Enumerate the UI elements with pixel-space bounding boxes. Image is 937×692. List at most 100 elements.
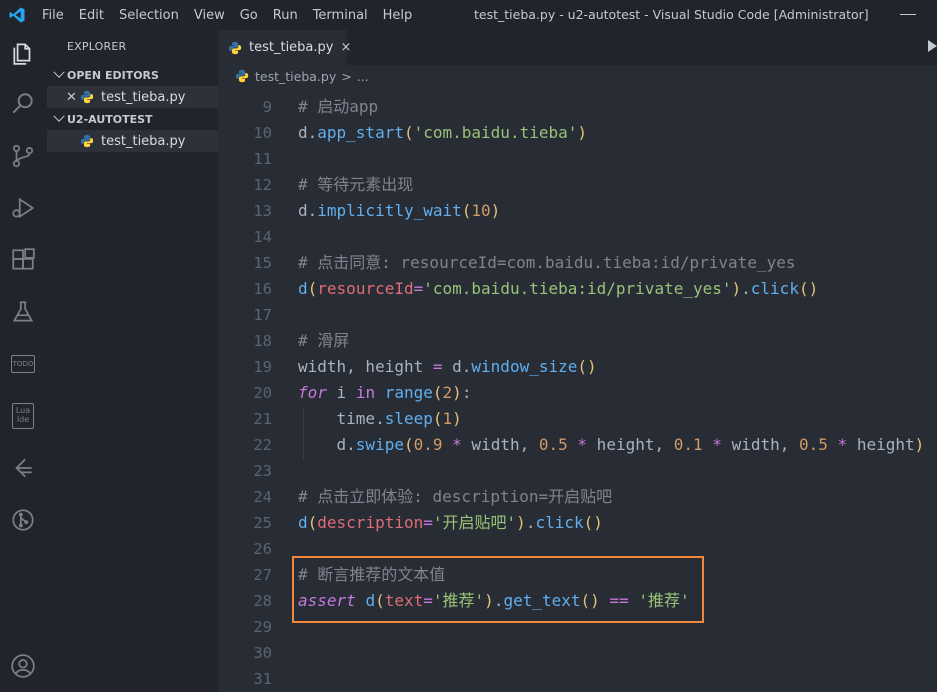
- line-number: 31: [253, 670, 272, 688]
- code-token: 0.5: [538, 435, 568, 454]
- code-line[interactable]: 12 # 等待元素出现: [218, 172, 937, 198]
- code-text: d(description='开启贴吧').click(): [298, 510, 603, 536]
- code-line[interactable]: 17: [218, 302, 937, 328]
- code-text: d.app_start('com.baidu.tieba'): [298, 120, 587, 146]
- code-token: d: [298, 513, 308, 532]
- files-icon[interactable]: [9, 38, 37, 66]
- code-token: width,: [461, 435, 539, 454]
- code-line[interactable]: 25 d(description='开启贴吧').click(): [218, 510, 937, 536]
- code-line[interactable]: 10 d.app_start('com.baidu.tieba'): [218, 120, 937, 146]
- lua-ide-icon[interactable]: Lua Ide: [9, 402, 37, 430]
- code-line[interactable]: 22 d.swipe(0.9 * width, 0.5 * height, 0.…: [218, 432, 937, 458]
- code-token: *: [452, 435, 462, 454]
- run-play-icon[interactable]: [928, 40, 937, 52]
- line-number: 30: [253, 644, 272, 662]
- title-bar: File Edit Selection View Go Run Terminal Help t…: [0, 0, 937, 30]
- code-line[interactable]: 18 # 滑屏: [218, 328, 937, 354]
- code-line[interactable]: 30: [218, 640, 937, 666]
- annotation-highlight-box: [292, 556, 704, 623]
- extensions-icon[interactable]: [9, 246, 37, 274]
- project-file-item[interactable]: test_tieba.py: [47, 130, 218, 152]
- code-token: =: [423, 513, 433, 532]
- menu-item-edit[interactable]: Edit: [79, 8, 104, 23]
- breadcrumb-file[interactable]: test_tieba.py: [255, 69, 336, 84]
- project-section[interactable]: U2-AUTOTEST: [47, 108, 218, 130]
- source-control-icon[interactable]: [9, 142, 37, 170]
- code-token: click: [535, 513, 584, 532]
- code-text: for i in range(2):: [298, 380, 471, 406]
- code-text: width, height = d.window_size(): [298, 354, 597, 380]
- line-number: 15: [253, 254, 272, 272]
- code-token: width, height: [298, 357, 433, 376]
- code-line[interactable]: 31: [218, 666, 937, 692]
- code-line[interactable]: 14: [218, 224, 937, 250]
- python-file-icon: [80, 90, 94, 104]
- code-token: # 点击同意: resourceId=com.baidu.tieba:id/pr…: [298, 253, 796, 272]
- explorer-sidebar: EXPLORER OPEN EDITORS ✕ test_tieba.py U2…: [47, 30, 218, 692]
- run-debug-icon[interactable]: [9, 194, 37, 222]
- code-token: d.: [442, 357, 472, 376]
- code-token: implicitly_wait: [317, 201, 462, 220]
- window-title: test_tieba.py - u2-autotest - Visual Stu…: [474, 7, 869, 22]
- code-line[interactable]: 13 d.implicitly_wait(10): [218, 198, 937, 224]
- code-token: d.: [298, 435, 356, 454]
- menu-item-run[interactable]: Run: [273, 8, 298, 23]
- code-line[interactable]: 16 d(resourceId='com.baidu.tieba:id/priva…: [218, 276, 937, 302]
- code-token: ): [577, 123, 588, 142]
- line-number: 25: [253, 514, 272, 532]
- breadcrumb-more[interactable]: ...: [357, 69, 369, 84]
- breadcrumb-separator: >: [341, 68, 352, 84]
- git-graph-icon[interactable]: [9, 454, 37, 482]
- code-token: =: [432, 357, 443, 376]
- menu-item-view[interactable]: View: [194, 8, 225, 23]
- code-line[interactable]: 20 for i in range(2):: [218, 380, 937, 406]
- open-editor-item[interactable]: ✕ test_tieba.py: [47, 86, 218, 108]
- code-line[interactable]: 15 # 点击同意: resourceId=com.baidu.tieba:id/…: [218, 250, 937, 276]
- menu-item-go[interactable]: Go: [240, 8, 258, 23]
- code-token: ): [452, 383, 462, 402]
- code-token: d.: [298, 123, 318, 142]
- code-line[interactable]: 9 # 启动app: [218, 94, 937, 120]
- code-token: in: [355, 383, 376, 402]
- code-token: .: [741, 279, 751, 298]
- code-token: time.: [298, 409, 385, 428]
- open-editors-section[interactable]: OPEN EDITORS: [47, 64, 218, 86]
- menu-item-file[interactable]: File: [42, 8, 64, 23]
- tab-bar: test_tieba.py ×: [218, 30, 937, 65]
- code-text: # 启动app: [298, 94, 378, 120]
- python-file-icon: [228, 41, 242, 54]
- code-token: sleep: [384, 409, 433, 428]
- menu-item-help[interactable]: Help: [383, 8, 413, 23]
- code-token: =: [413, 279, 424, 298]
- code-token: for: [298, 383, 327, 402]
- code-line[interactable]: 24 # 点击立即体验: description=开启贴吧: [218, 484, 937, 510]
- code-token: range: [384, 383, 433, 402]
- remote-git-icon[interactable]: [9, 506, 37, 534]
- minimize-button[interactable]: [900, 14, 916, 15]
- menu-item-terminal[interactable]: Terminal: [313, 8, 368, 23]
- search-icon[interactable]: [9, 90, 37, 118]
- code-line[interactable]: 21 time.sleep(1): [218, 406, 937, 432]
- menu-item-selection[interactable]: Selection: [119, 8, 179, 23]
- code-token: # 滑屏: [298, 331, 350, 350]
- line-number: 10: [253, 124, 272, 142]
- code-line[interactable]: 11: [218, 146, 937, 172]
- tab-close-icon[interactable]: ×: [340, 40, 351, 55]
- code-token: height,: [587, 435, 674, 454]
- account-icon[interactable]: [9, 652, 37, 680]
- code-line[interactable]: 19 width, height = d.window_size(): [218, 354, 937, 380]
- close-icon[interactable]: ✕: [66, 90, 80, 105]
- code-token: 0.9: [413, 435, 443, 454]
- todo-icon[interactable]: TODO: [9, 350, 37, 378]
- tab-test-tieba[interactable]: test_tieba.py ×: [218, 30, 351, 65]
- code-token: 'com.baidu.tieba:id/private_yes': [423, 279, 732, 298]
- code-token: width,: [721, 435, 799, 454]
- code-line[interactable]: 23: [218, 458, 937, 484]
- code-token: (: [461, 201, 472, 220]
- line-number: 22: [253, 436, 272, 454]
- testing-flask-icon[interactable]: [9, 298, 37, 326]
- code-token: 10: [471, 201, 491, 220]
